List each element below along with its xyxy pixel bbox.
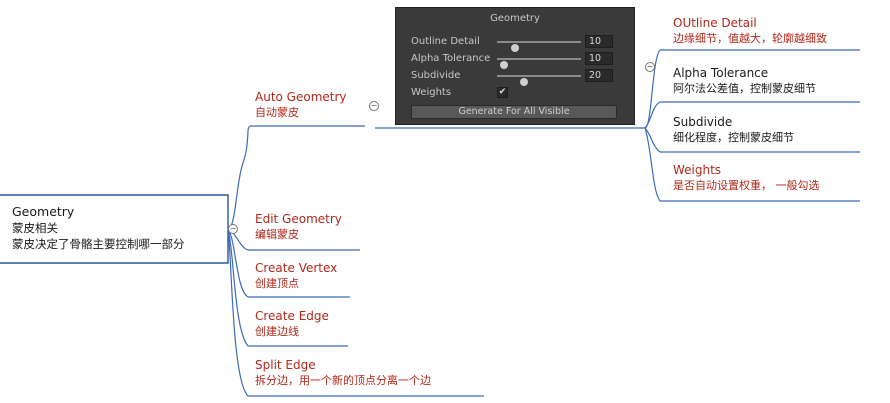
- panel-row-subdivide: Subdivide 20: [411, 69, 621, 86]
- row-label: Alpha Tolerance: [411, 53, 491, 64]
- child-alpha-tolerance[interactable]: Alpha Tolerance 阿尔法公差值，控制蒙皮细节: [673, 65, 816, 96]
- branch-title: Edit Geometry: [255, 212, 342, 226]
- child-weights[interactable]: Weights 是否自动设置权重， 一般勾选: [673, 162, 820, 193]
- slider-knob[interactable]: [511, 44, 519, 52]
- root-line-2: 蒙皮决定了骨骼主要控制哪一部分: [12, 237, 185, 251]
- generate-button[interactable]: Generate For All Visible: [411, 105, 617, 119]
- row-label: Weights: [411, 87, 452, 98]
- branch-edit-geometry[interactable]: Edit Geometry 编辑蒙皮: [255, 211, 342, 242]
- child-outline-detail[interactable]: OUtline Detail 边缘细节，值越大，轮廓越细致: [673, 15, 827, 46]
- root-line-1: 蒙皮相关: [12, 221, 58, 235]
- slider-track[interactable]: [497, 75, 581, 86]
- branch-split-edge[interactable]: Split Edge 拆分边，用一个新的顶点分离一个边: [255, 357, 431, 388]
- value-field[interactable]: 20: [585, 69, 613, 82]
- branch-subtitle: 拆分边，用一个新的顶点分离一个边: [255, 374, 431, 387]
- branch-subtitle: 创建顶点: [255, 277, 299, 290]
- child-title: Weights: [673, 163, 722, 177]
- branch-title: Split Edge: [255, 358, 316, 372]
- collapse-icon[interactable]: −: [645, 62, 655, 72]
- slider-knob[interactable]: [520, 78, 528, 86]
- value-field[interactable]: 10: [585, 52, 613, 65]
- child-subtitle: 边缘细节，值越大，轮廓越细致: [673, 32, 827, 45]
- branch-subtitle: 编辑蒙皮: [255, 228, 299, 241]
- child-title: OUtline Detail: [673, 16, 757, 30]
- row-label: Subdivide: [411, 70, 461, 81]
- child-subdivide[interactable]: Subdivide 细化程度，控制蒙皮细节: [673, 114, 794, 145]
- branch-auto-geometry[interactable]: Auto Geometry 自动蒙皮: [255, 89, 347, 120]
- row-label: Outline Detail: [411, 36, 480, 47]
- branch-title: Auto Geometry: [255, 90, 347, 104]
- panel-row-weights: Weights ✔: [411, 86, 621, 100]
- collapse-icon[interactable]: −: [369, 101, 379, 111]
- slider-knob[interactable]: [500, 61, 508, 69]
- root-node[interactable]: Geometry 蒙皮相关 蒙皮决定了骨骼主要控制哪一部分: [12, 204, 185, 252]
- collapse-icon[interactable]: −: [228, 224, 238, 234]
- weights-checkbox[interactable]: ✔: [497, 87, 508, 98]
- check-icon: ✔: [498, 87, 507, 97]
- panel-row-alpha-tolerance: Alpha Tolerance 10: [411, 52, 621, 69]
- child-title: Subdivide: [673, 115, 733, 129]
- geometry-panel-image: Geometry Outline Detail 10 Alpha Toleran…: [395, 7, 635, 125]
- value-field[interactable]: 10: [585, 35, 613, 48]
- panel-title: Geometry: [490, 13, 540, 24]
- child-subtitle: 细化程度，控制蒙皮细节: [673, 131, 794, 144]
- root-title: Geometry: [12, 204, 75, 219]
- child-subtitle: 是否自动设置权重， 一般勾选: [673, 179, 820, 192]
- branch-subtitle: 创建边线: [255, 325, 299, 338]
- panel-row-outline-detail: Outline Detail 10: [411, 35, 621, 52]
- branch-subtitle: 自动蒙皮: [255, 106, 299, 119]
- slider-track[interactable]: [497, 41, 581, 52]
- slider-track[interactable]: [497, 58, 581, 69]
- branch-title: Create Edge: [255, 309, 329, 323]
- branch-create-edge[interactable]: Create Edge 创建边线: [255, 308, 329, 339]
- branch-create-vertex[interactable]: Create Vertex 创建顶点: [255, 260, 337, 291]
- child-subtitle: 阿尔法公差值，控制蒙皮细节: [673, 82, 816, 95]
- child-title: Alpha Tolerance: [673, 66, 769, 80]
- branch-title: Create Vertex: [255, 261, 338, 275]
